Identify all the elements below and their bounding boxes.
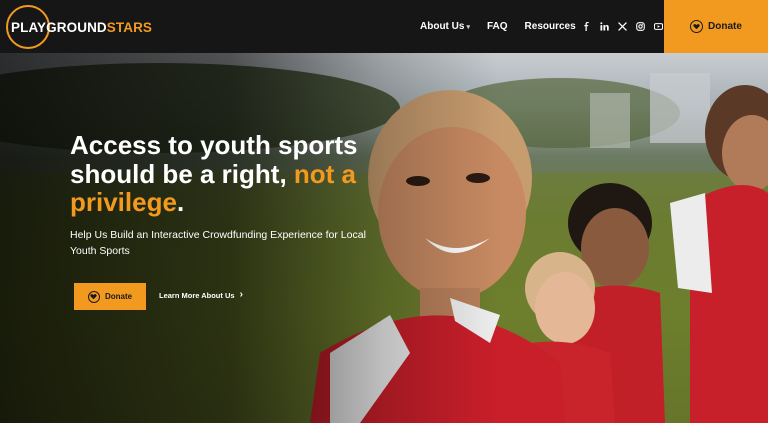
nav-item-label: Resources bbox=[524, 21, 576, 32]
youtube-icon[interactable] bbox=[654, 22, 663, 31]
nav-item-faq[interactable]: FAQ bbox=[487, 21, 508, 32]
heart-icon bbox=[690, 20, 704, 33]
site-logo[interactable]: PLAYGROUNDSTARS bbox=[6, 5, 152, 49]
heart-icon bbox=[87, 290, 100, 303]
chevron-down-icon: ▾ bbox=[466, 23, 470, 31]
main-nav: About Us ▾ FAQ Resources bbox=[420, 0, 576, 53]
hero-section: Access to youth sports should be a right… bbox=[0, 53, 768, 423]
hero-headline: Access to youth sports should be a right… bbox=[70, 130, 358, 217]
linkedin-icon[interactable] bbox=[600, 22, 609, 31]
facebook-icon[interactable] bbox=[582, 22, 591, 31]
instagram-icon[interactable] bbox=[636, 22, 645, 31]
nav-item-about-us[interactable]: About Us ▾ bbox=[420, 21, 470, 32]
nav-item-resources[interactable]: Resources bbox=[525, 21, 576, 32]
donate-button-label: Donate bbox=[708, 21, 742, 32]
hero-subtext: Help Us Build an Interactive Crowdfundin… bbox=[70, 229, 366, 257]
hero-donate-button[interactable]: Donate bbox=[74, 283, 146, 310]
nav-item-label: FAQ bbox=[486, 21, 508, 32]
learn-more-link[interactable]: Learn More About Us › bbox=[159, 290, 243, 300]
donate-button-label: Donate bbox=[104, 292, 133, 301]
learn-more-label: Learn More About Us bbox=[159, 290, 235, 300]
nav-item-label: About Us bbox=[420, 21, 465, 32]
site-header: PLAYGROUNDSTARS About Us ▾ FAQ Resources bbox=[0, 0, 768, 53]
x-icon[interactable] bbox=[618, 22, 627, 31]
social-links bbox=[582, 0, 663, 53]
logo-text: PLAYGROUNDSTARS bbox=[11, 19, 153, 35]
chevron-right-icon: › bbox=[239, 289, 243, 300]
donate-button[interactable]: Donate bbox=[664, 0, 768, 53]
